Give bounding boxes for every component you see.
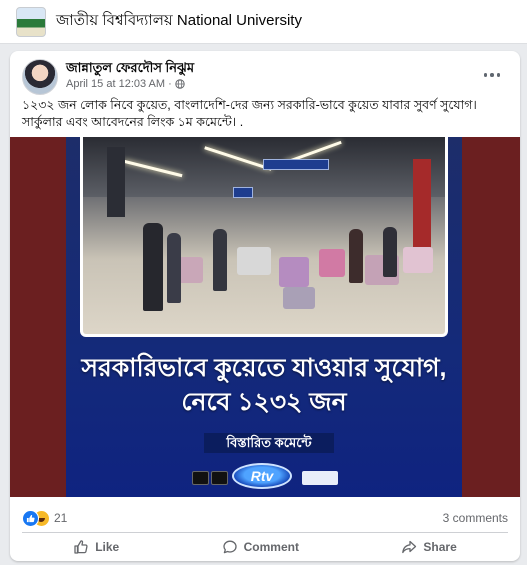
group-header: জাতীয় বিশ্ববিদ্যালয় National Universit… <box>0 0 527 44</box>
like-reaction-icon <box>22 510 39 527</box>
reactions-row: 21 3 comments <box>22 507 508 529</box>
meta-separator: · <box>168 78 172 90</box>
post-text-line: সার্কুলার এবং আবেদনের লিংক ১ম কমেন্টে। . <box>22 115 244 129</box>
globe-icon <box>175 79 185 89</box>
share-arrow-icon <box>402 540 417 554</box>
more-dot-icon <box>490 73 494 77</box>
post-meta: April 15 at 12:03 AM · <box>66 78 185 90</box>
post-image[interactable]: সরকারিভাবে কুয়েতে যাওয়ার সুযোগ, নেবে ১… <box>10 137 520 497</box>
like-button[interactable]: Like <box>57 536 135 558</box>
author-name[interactable]: জান্নাতুল ফেরদৌস নিঝুম <box>66 59 194 80</box>
airport-photo <box>80 137 448 337</box>
more-dot-icon <box>483 73 488 77</box>
post-card: জান্নাতুল ফেরদৌস নিঝুম April 15 at 12:03… <box>10 51 520 561</box>
reaction-count[interactable]: 21 <box>54 511 67 525</box>
headline-line: নেবে ১২৩২ জন <box>181 388 347 416</box>
post-text-line: ১২৩২ জন লোক নিবে কুয়েত, বাংলাদেশি-দের জ… <box>22 98 477 112</box>
post-text: ১২৩২ জন লোক নিবে কুয়েত, বাংলাদেশি-দের জ… <box>22 97 512 131</box>
divider <box>22 532 508 533</box>
post-timestamp[interactable]: April 15 at 12:03 AM <box>66 78 165 90</box>
group-logo[interactable] <box>16 6 46 37</box>
news-headline: সরকারিভাবে কুয়েতে যাওয়ার সুযোগ, নেবে ১… <box>66 351 462 419</box>
post-actions: Like Comment Share <box>22 534 508 560</box>
group-name[interactable]: জাতীয় বিশ্ববিদ্যালয় National Universit… <box>56 9 302 34</box>
like-label: Like <box>95 540 120 554</box>
share-button[interactable]: Share <box>385 536 472 558</box>
rtv-logo: Rtv <box>232 463 292 489</box>
post-header: জান্নাতুল ফেরদৌস নিঝুম April 15 at 12:03… <box>22 59 508 99</box>
details-label: বিস্তারিত কমেন্টে <box>204 433 334 453</box>
comments-count[interactable]: 3 comments <box>443 511 508 525</box>
more-options-button[interactable] <box>480 65 504 85</box>
site-badge <box>302 471 338 485</box>
comment-button[interactable]: Comment <box>206 536 315 558</box>
app-store-badges <box>192 471 228 485</box>
headline-line: সরকারিভাবে কুয়েতে যাওয়ার সুযোগ, <box>81 354 447 382</box>
avatar[interactable] <box>22 59 58 95</box>
more-dot-icon <box>496 73 501 77</box>
thumbs-up-icon <box>74 540 88 554</box>
comment-bubble-icon <box>222 540 237 554</box>
news-graphic: সরকারিভাবে কুয়েতে যাওয়ার সুযোগ, নেবে ১… <box>66 137 462 497</box>
share-label: Share <box>423 540 457 554</box>
comment-label: Comment <box>243 540 299 554</box>
reaction-icons[interactable] <box>22 510 52 527</box>
